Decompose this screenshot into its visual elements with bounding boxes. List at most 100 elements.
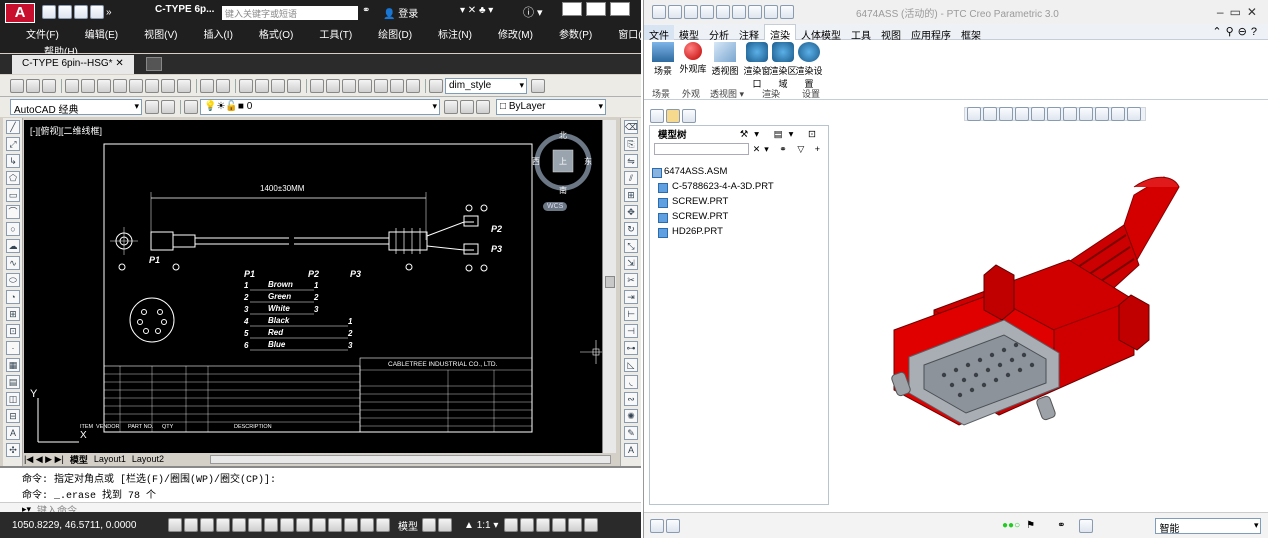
menu-parametric[interactable]: 参数(P) [559,26,592,41]
minimize-icon[interactable] [562,2,582,16]
text-style-icon[interactable] [429,78,443,93]
tab-render[interactable]: 渲染 [764,24,796,42]
new-icon[interactable] [42,5,56,19]
model-tree-tab-icon[interactable] [650,109,664,123]
scale-icon[interactable]: ⤡ [624,239,638,253]
stretch-icon[interactable]: ⇲ [624,256,638,270]
layer-properties-icon[interactable] [184,100,198,114]
redo-icon[interactable] [216,78,230,93]
tab-view[interactable]: 视图 [876,25,906,42]
annotation-scale[interactable]: ▲ 1:1 ▾ [464,520,498,531]
tab-framework[interactable]: 框架 [956,25,986,42]
viewcube-south[interactable]: 南 [559,185,567,196]
menu-insert[interactable]: 插入(I) [203,26,232,41]
zoom-in-icon[interactable] [983,107,997,121]
find-icon[interactable]: ⚭ [1057,520,1065,531]
favorites-icon[interactable] [682,109,696,123]
acad-vertical-scrollbar[interactable] [602,120,616,453]
annotation-display-icon[interactable] [1111,107,1125,121]
tab-annotate[interactable]: 注释 [734,25,764,42]
spin-center-icon[interactable] [1127,107,1141,121]
polygon-icon[interactable]: ⬠ [6,171,20,185]
point-icon[interactable]: · [6,341,20,355]
calc-icon[interactable] [390,78,404,93]
mirror-icon[interactable]: ⇋ [624,154,638,168]
zoom-realtime-icon[interactable] [255,78,269,93]
scene-button[interactable]: 场景 [648,42,678,77]
otrack-icon[interactable] [280,518,294,532]
chamfer-icon[interactable]: ◺ [624,358,638,372]
gradient-icon[interactable]: ▤ [6,375,20,389]
copy-object-icon[interactable]: ⎘ [624,137,638,151]
workspace-switch-icon[interactable] [536,518,551,532]
ellipse-icon[interactable]: ⬭ [6,273,20,287]
layer-previous-icon[interactable] [460,100,474,114]
saved-views-icon[interactable] [1047,107,1061,121]
isolate-icon[interactable] [568,518,583,532]
menu-draw[interactable]: 绘图(D) [378,26,412,41]
repaint-icon[interactable] [1015,107,1029,121]
selection-filter-select[interactable]: 智能 [1155,517,1262,535]
markup-icon[interactable] [374,78,388,93]
sc-icon[interactable] [376,518,390,532]
publish-icon[interactable] [97,78,111,93]
revcloud-icon[interactable]: ☁ [6,239,20,253]
paste-icon[interactable] [145,78,159,93]
open-icon[interactable] [26,78,40,93]
workspace-select[interactable]: AutoCAD 经典 [10,99,142,116]
tool-palette-icon[interactable] [342,78,356,93]
3dosnap-icon[interactable] [264,518,278,532]
color-select[interactable]: □ ByLayer [496,99,606,115]
tab-close-icon[interactable]: ✕ [115,58,123,69]
copy-icon[interactable] [129,78,143,93]
viewcube-east[interactable]: 东 [584,156,592,167]
perspective-button[interactable]: 透视图 [710,42,740,77]
make-current-icon[interactable] [444,100,458,114]
edit-text-icon[interactable]: ✎ [624,426,638,440]
snap-icon[interactable] [184,518,198,532]
more-icon[interactable]: » [106,7,112,18]
appearance-gallery-button[interactable]: 外观库 [678,42,708,75]
ducs-icon[interactable] [296,518,310,532]
selection-icon[interactable] [1079,518,1094,533]
pan-icon[interactable] [239,78,253,93]
wcs-menu[interactable]: WCS [543,202,568,211]
menu-file[interactable]: 文件(F) [26,26,59,41]
tree-filter-icons[interactable]: ✕▾ ⚭ ▽ + [753,144,824,155]
zoom-window-icon[interactable] [271,78,285,93]
tab-applications[interactable]: 应用程序 [906,25,956,42]
show-browser-icon[interactable] [666,518,680,533]
make-block-icon[interactable]: ⊡ [6,324,20,338]
grid-icon[interactable] [200,518,214,532]
move-icon[interactable]: ✥ [624,205,638,219]
blend-icon[interactable]: ∾ [624,392,638,406]
annotation-visibility-icon[interactable] [504,518,519,532]
save-icon[interactable] [74,5,88,19]
coordinate-readout[interactable]: 1050.8229, 46.5711, 0.0000 [12,520,168,531]
plot-icon[interactable] [65,78,79,93]
creo-window-controls[interactable]: –▭✕ [1217,5,1263,19]
lwt-icon[interactable] [328,518,342,532]
spline-icon[interactable]: ∿ [6,256,20,270]
print-icon[interactable] [90,5,104,19]
fillet-icon[interactable]: ◟ [624,375,638,389]
layer-manager-icon[interactable] [161,100,175,114]
creo-logo-icon[interactable] [652,5,666,19]
binoculars-icon[interactable]: ⚭ [362,5,370,16]
osnap-icon[interactable] [248,518,262,532]
extend-icon[interactable]: ⇥ [624,290,638,304]
viewcube-north[interactable]: 北 [559,130,567,141]
polyline-icon[interactable]: ↳ [6,154,20,168]
render-setup-button[interactable]: 渲染设置 [794,42,824,90]
quick-view-layouts-icon[interactable] [422,518,436,532]
regenerate-icon[interactable] [748,5,762,19]
help-icon[interactable] [406,78,420,93]
save-icon[interactable] [700,5,714,19]
break-icon[interactable]: ⊣ [624,324,638,338]
clean-screen-icon[interactable] [584,518,599,532]
datum-display-icon[interactable] [1095,107,1109,121]
perspective-view-icon[interactable] [1079,107,1093,121]
quick-view-drawings-icon[interactable] [438,518,452,532]
menu-edit[interactable]: 编辑(E) [85,26,118,41]
flag-icon[interactable]: ⚑ [1026,520,1035,531]
